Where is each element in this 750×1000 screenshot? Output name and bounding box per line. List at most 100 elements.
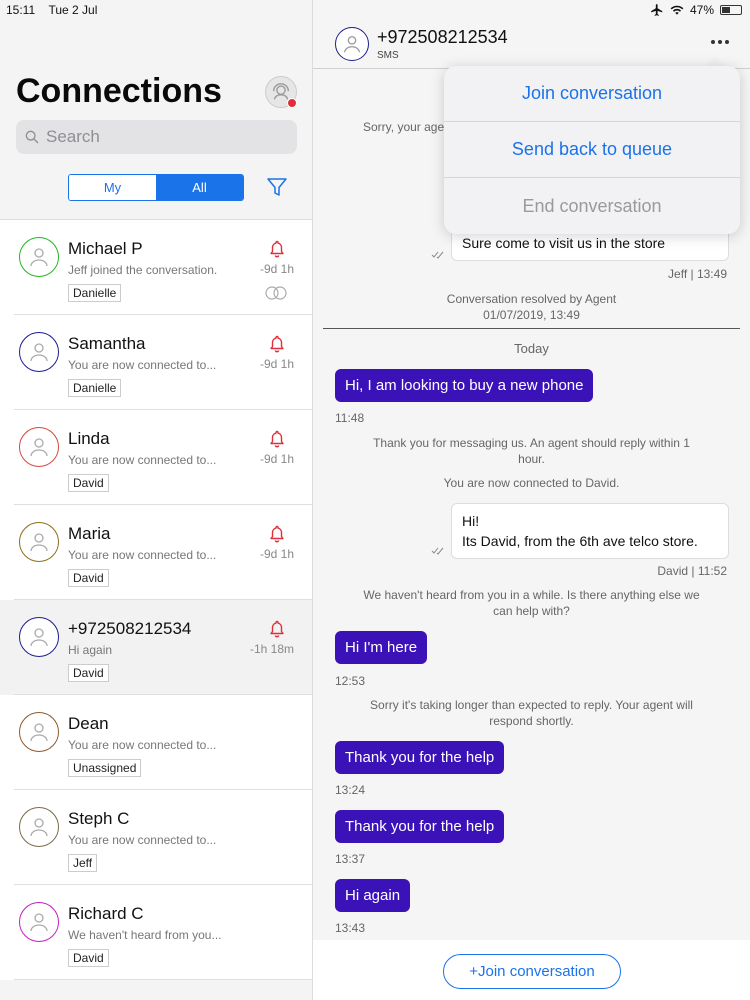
contact-avatar [19,712,59,752]
last-message-preview: You are now connected to... [68,738,217,752]
resolved-date: 01/07/2019, 13:49 [483,308,580,322]
status-dot [287,98,297,108]
day-separator: Today [514,341,549,356]
agent-avatar[interactable] [265,76,297,108]
agent-message-line: Hi! [462,513,480,529]
conversation-item[interactable]: +972508212534 Hi again David -1h 18m [0,600,312,695]
conversation-item[interactable]: Michael P Jeff joined the conversation. Da… [0,220,312,315]
message-time: 13:37 [335,852,366,866]
battery-percent: 47% [689,3,714,17]
last-message-preview: You are now connected to... [68,453,217,467]
contact-avatar [335,27,369,61]
menu-send-back-to-queue[interactable]: Send back to queue [444,122,740,178]
contact-name: Linda [68,429,110,448]
message-meta: Jeff | 13:49 [668,267,727,281]
user-icon [30,628,48,647]
wifi-icon [670,5,684,15]
bell-icon [270,620,284,638]
search-input[interactable] [46,127,286,147]
bell-icon [270,335,284,353]
message-meta: David | 11:52 [657,564,727,578]
channel-label: SMS [377,50,399,61]
more-options-button[interactable] [708,32,732,52]
contact-number: +972508212534 [377,27,508,47]
last-message-preview: Jeff joined the conversation. [68,263,218,277]
double-check-icon [431,547,444,555]
elapsed-time: -9d 1h [259,262,294,276]
menu-join-conversation[interactable]: Join conversation [444,66,740,122]
contact-avatar [19,427,59,467]
system-message: Sorry it's taking longer than expected t… [370,698,693,728]
contact-name: Dean [68,714,109,733]
battery-icon [720,5,742,15]
status-right: 47% [650,3,742,17]
user-icon [30,723,48,742]
join-conversation-button[interactable]: +Join conversation [443,954,621,989]
message-time: 13:43 [335,921,366,935]
contact-name: Richard C [68,904,144,923]
conversation-item[interactable]: Linda You are now connected to... David -9d… [0,410,312,505]
history-divider [323,328,740,329]
resolved-label: Conversation resolved by Agent [446,292,617,306]
conversation-item[interactable]: Dean You are now connected to... Unassigne… [0,695,312,790]
conversation-item[interactable]: Samantha You are now connected to... Danie… [0,315,312,410]
segment-my[interactable]: My [69,175,156,200]
conversation-item[interactable]: Richard C We haven't heard from you... Dav… [0,885,312,980]
user-icon [30,818,48,837]
user-icon [30,343,48,362]
agent-tag: David [68,949,109,967]
last-message-preview: You are now connected to... [68,548,217,562]
contact-name: +972508212534 [68,619,192,638]
filter-icon[interactable] [265,175,289,199]
battery-fill [722,7,731,13]
search-icon [25,130,39,144]
search-bar[interactable] [16,120,297,154]
status-date: Tue 2 Jul [48,3,98,17]
bell-icon [270,430,284,448]
agent-tag: Danielle [68,284,122,302]
status-bar: 15:11 Tue 2 Jul 47% [0,0,750,22]
agent-tag: Danielle [68,379,122,397]
connections-panel: Connections My All Michael P Jeff joined … [0,0,313,1000]
user-icon [30,248,48,267]
contact-name: Michael P [68,239,143,258]
user-icon [30,533,48,552]
conversation-list: Michael P Jeff joined the conversation. Da… [0,220,312,980]
contact-name: Maria [68,524,111,543]
contact-avatar [19,902,59,942]
bell-icon [270,525,284,543]
last-message-preview: You are now connected to... [68,833,217,847]
user-icon [30,913,48,932]
message-time: 13:24 [335,783,366,797]
contact-name: Steph C [68,809,130,828]
agent-tag: Jeff [68,854,98,872]
last-message-preview: You are now connected to... [68,358,217,372]
status-time: 15:11 [6,3,36,17]
contact-avatar [19,522,59,562]
contact-name: Samantha [68,334,146,353]
agent-tag: David [68,569,109,587]
elapsed-time: -9d 1h [259,357,294,371]
conversation-item[interactable]: Steph C You are now connected to... Jeff [0,790,312,885]
system-message: You are now connected to David. [443,476,620,490]
last-message-preview: Hi again [68,643,113,657]
conversation-actions-menu: Join conversation Send back to queue End… [444,66,740,234]
contact-avatar [19,807,59,847]
contact-avatar [19,332,59,372]
conversation-item[interactable]: Maria You are now connected to... David -9d… [0,505,312,600]
system-message: We haven't heard from you in a while. Is… [363,588,700,618]
airplane-icon [651,4,663,16]
contact-avatar [19,617,59,657]
user-icon [30,438,48,457]
contact-avatar [19,237,59,277]
elapsed-time: -9d 1h [259,547,294,561]
page-title: Connections [16,72,222,110]
agent-tag: David [68,664,109,682]
chat-footer: +Join conversation [313,940,750,1000]
elapsed-time: -9d 1h [259,452,294,466]
agent-message: Hi! Its David, from the 6th ave telco st… [451,503,729,559]
segment-all[interactable]: All [156,175,243,200]
system-message: Sorry, your age [363,120,445,134]
elapsed-time: -1h 18m [249,642,294,656]
customer-message: Hi I'm here [335,631,428,664]
